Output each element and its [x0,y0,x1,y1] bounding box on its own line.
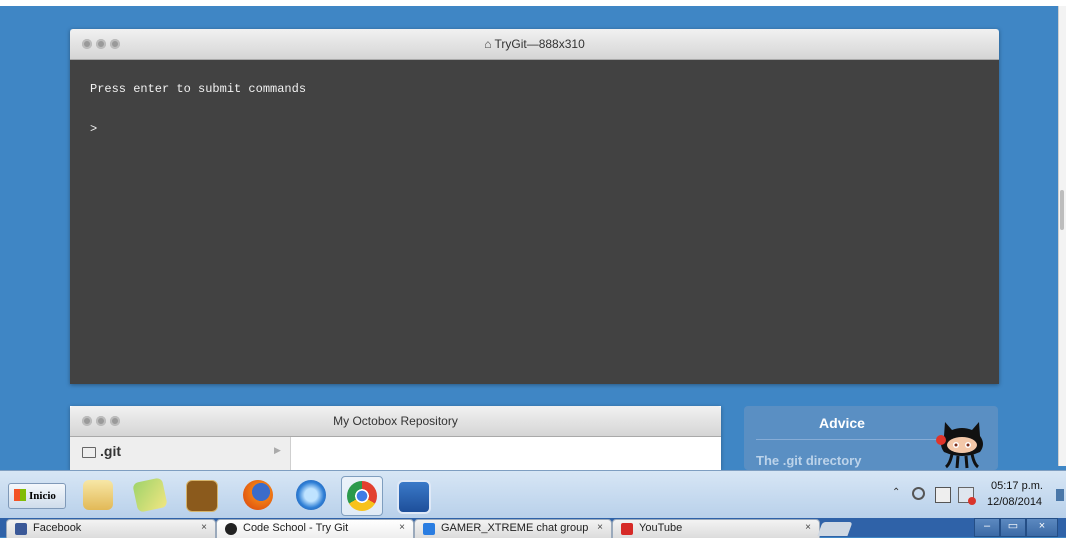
word-icon [397,480,431,514]
terminal-instructions: Press enter to submit commands [90,82,307,96]
browser-top-edge [0,0,1066,6]
repo-tree-item-git[interactable]: .git ▶ [70,437,291,470]
repository-titlebar: My Octobox Repository [70,406,721,437]
tab-label: Code School - Try Git [243,522,349,534]
close-window-button[interactable]: × [1026,518,1058,537]
start-button[interactable]: Inicio [8,483,66,509]
tab-code-school[interactable]: Code School - Try Git × [216,519,414,538]
network-icon[interactable] [935,487,951,503]
tab-label: GAMER_XTREME chat group [441,522,589,534]
close-tab-icon[interactable]: × [805,522,811,533]
restore-button[interactable]: ▭ [1000,518,1026,537]
terminal-window: ⌂ TryGit—888x310 Press enter to submit co… [70,29,999,384]
close-tab-icon[interactable]: × [201,522,207,533]
firefox-icon [243,480,273,510]
word-taskbar-button[interactable] [392,476,432,514]
facebook-icon [15,523,27,535]
window-controls: – ▭ × [974,518,1058,537]
security-alert-icon[interactable] [958,487,976,505]
advice-title: Advice [819,415,865,431]
firefox-taskbar-button[interactable] [238,476,278,514]
close-tab-icon[interactable]: × [399,522,405,533]
repository-window: My Octobox Repository .git ▶ [70,406,721,470]
google-plus-icon [423,523,435,535]
folder-icon [82,447,96,458]
show-hidden-icons-icon[interactable]: ⌃ [892,487,900,498]
scrollbar-thumb[interactable] [1060,190,1064,230]
alert-badge-icon [968,497,976,505]
terminal-console[interactable]: Press enter to submit commands > [70,60,999,384]
advice-panel: Advice The .git directory [744,406,998,470]
terminal-title-text: TryGit—888x310 [494,37,585,51]
tab-facebook[interactable]: Facebook × [6,519,216,538]
volume-icon[interactable] [912,487,925,500]
tab-label: YouTube [639,522,683,534]
show-desktop-button[interactable] [1056,489,1064,501]
windows-taskbar: Inicio ⌃ 05:17 p.m. 12/08/2014 [0,470,1066,519]
dosbox-icon [186,480,218,512]
system-tray: ⌃ 05:17 p.m. 12/08/2014 [880,475,1066,515]
dosbox-taskbar-button[interactable] [181,476,221,514]
terminal-title: ⌂ TryGit—888x310 [70,37,999,51]
youtube-icon [621,523,633,535]
clock-date[interactable]: 12/08/2014 [987,496,1042,508]
close-tab-icon[interactable]: × [597,522,603,533]
itunes-icon [296,480,326,510]
sticky-notes-taskbar-button[interactable] [130,476,170,514]
octocat-icon [225,523,237,535]
chrome-icon [347,481,377,511]
file-explorer-taskbar-button[interactable] [78,476,118,514]
expand-arrow-icon[interactable]: ▶ [274,445,281,456]
tab-youtube[interactable]: YouTube × [612,519,820,538]
new-tab-button[interactable] [817,522,853,536]
terminal-titlebar: ⌂ TryGit—888x310 [70,29,999,60]
browser-tab-strip: Facebook × Code School - Try Git × GAMER… [0,518,1066,538]
repository-title: My Octobox Repository [333,414,458,428]
folder-name: .git [100,443,121,459]
tab-gamer-xtreme[interactable]: GAMER_XTREME chat group × [414,519,612,538]
tab-label: Facebook [33,522,82,534]
folder-icon [83,480,113,510]
minimize-button[interactable]: – [974,518,1000,537]
home-icon: ⌂ [484,37,492,51]
windows-flag-icon [14,489,26,501]
clock-time[interactable]: 05:17 p.m. [991,480,1043,492]
page-scrollbar[interactable] [1058,6,1066,466]
sticky-notes-icon [132,477,168,513]
octocat-icon [936,422,983,469]
itunes-taskbar-button[interactable] [291,476,331,514]
advice-divider [756,439,942,440]
start-label: Inicio [29,490,56,502]
terminal-prompt[interactable]: > [90,122,97,136]
advice-subtitle: The .git directory [756,453,862,468]
chrome-taskbar-button[interactable] [341,476,383,516]
